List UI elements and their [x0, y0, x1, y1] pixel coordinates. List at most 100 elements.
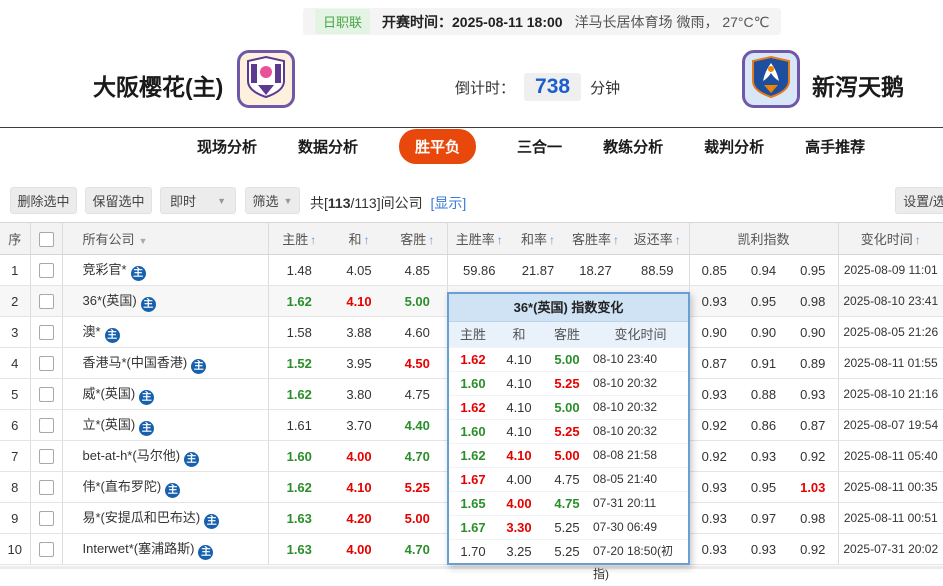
col-away-odds[interactable]: 客胜 ↑: [388, 222, 448, 255]
host-badge-icon: 主: [140, 297, 156, 312]
host-badge-icon: 主: [204, 514, 220, 529]
col-home-odds[interactable]: 主胜 ↑: [268, 222, 330, 255]
col-change-time[interactable]: 变化时间 ↑: [838, 222, 943, 255]
change-time: 2025-08-05 21:26: [838, 316, 943, 348]
row-checkbox[interactable]: [30, 440, 63, 472]
company-count: 共[113/113]间公司 [显示]: [310, 193, 466, 213]
row-checkbox[interactable]: [30, 378, 63, 410]
col-home-rate[interactable]: 主胜率 ↑: [447, 222, 511, 255]
odds-cell: 3.88: [330, 316, 388, 348]
away-crest-icon: [751, 55, 791, 104]
league-badge: 日职联: [315, 9, 371, 34]
popup-odds-cell: 5.25: [554, 424, 580, 439]
popup-odds-cell: 1.62: [460, 400, 486, 415]
tab-three-in-one[interactable]: 三合一: [517, 136, 562, 157]
popup-odds-cell: 1.67: [460, 472, 486, 487]
col-draw-odds[interactable]: 和 ↑: [330, 222, 388, 255]
odds-cell: 4.20: [330, 502, 388, 534]
odds-cell: 1.61: [268, 409, 330, 441]
change-time: 2025-08-10 21:16: [838, 378, 943, 410]
live-odds-dropdown[interactable]: 即时 ▼: [160, 187, 236, 214]
company-name[interactable]: 易*(安提瓜和巴布达) 主: [62, 502, 269, 534]
row-checkbox[interactable]: [30, 533, 63, 565]
odds-cell: 4.00: [330, 440, 388, 472]
popup-odds-cell: 1.70: [460, 544, 486, 559]
sort-up-icon: ↑: [674, 233, 681, 247]
filter-dropdown[interactable]: 筛选 ▼: [245, 187, 300, 214]
popup-time-cell: 08-08 21:58: [593, 448, 658, 462]
popup-odds-cell: 1.67: [460, 520, 486, 535]
countdown: 倒计时： 738 分钟: [455, 73, 620, 101]
kelly-cell: 0.93: [788, 378, 839, 410]
popup-time-cell: 08-10 20:32: [593, 400, 658, 414]
company-name[interactable]: 澳* 主: [62, 316, 269, 348]
company-name[interactable]: 竞彩官* 主: [62, 254, 269, 286]
sort-up-icon: ↑: [428, 233, 435, 247]
col-return-rate[interactable]: 返还率 ↑: [626, 222, 690, 255]
company-name[interactable]: Interwet*(塞浦路斯) 主: [62, 533, 269, 565]
delete-selected-button[interactable]: 删除选中: [10, 187, 77, 214]
popup-row: 1.60 4.10 5.25 08-10 20:32: [449, 371, 688, 395]
count-suffix: /113]间公司: [350, 195, 423, 211]
filter-label: 筛选: [252, 194, 279, 209]
row-checkbox[interactable]: [30, 285, 63, 317]
change-time: 2025-08-07 19:54: [838, 409, 943, 441]
row-index: 7: [0, 440, 31, 472]
kelly-cell: 0.92: [689, 409, 739, 441]
kelly-cell: 0.93: [739, 440, 788, 472]
tab-expert-picks[interactable]: 高手推荐: [805, 136, 865, 157]
odds-cell: 4.70: [388, 533, 448, 565]
popup-row: 1.70 3.25 5.25 07-20 18:50(初指): [449, 539, 688, 581]
popup-odds-cell: 4.10: [506, 424, 532, 439]
popup-odds-cell: 1.65: [460, 496, 486, 511]
away-team-logo: [742, 50, 800, 108]
settings-button[interactable]: 设置/选择: [895, 187, 943, 214]
odds-cell: 4.60: [388, 316, 448, 348]
tab-data-analysis[interactable]: 数据分析: [298, 136, 358, 157]
row-checkbox[interactable]: [30, 409, 63, 441]
tab-referee-analysis[interactable]: 裁判分析: [704, 136, 764, 157]
sort-up-icon: ↑: [310, 233, 317, 247]
company-name[interactable]: bet-at-h*(马尔他) 主: [62, 440, 269, 472]
select-all-checkbox[interactable]: [30, 222, 63, 255]
change-time: 2025-08-09 11:01: [838, 254, 943, 286]
popup-odds-cell: 4.00: [506, 472, 532, 487]
rate-cell: 59.86: [447, 254, 511, 286]
row-checkbox[interactable]: [30, 347, 63, 379]
row-checkbox[interactable]: [30, 316, 63, 348]
chevron-down-icon: ▼: [217, 195, 226, 206]
col-draw-rate[interactable]: 和率 ↑: [511, 222, 565, 255]
tab-win-draw-lose[interactable]: 胜平负: [399, 129, 477, 164]
popup-time-cell: 07-30 06:49: [593, 520, 658, 534]
company-name[interactable]: 伟*(直布罗陀) 主: [62, 471, 269, 503]
tab-coach-analysis[interactable]: 教练分析: [603, 136, 663, 157]
row-checkbox[interactable]: [30, 502, 63, 534]
popup-col-home: 主胜: [459, 327, 486, 342]
company-name[interactable]: 威*(英国) 主: [62, 378, 269, 410]
odds-cell: 4.40: [388, 409, 448, 441]
popup-odds-cell: 1.62: [460, 448, 486, 463]
company-name[interactable]: 立*(英国) 主: [62, 409, 269, 441]
countdown-unit: 分钟: [590, 79, 621, 97]
row-checkbox[interactable]: [30, 254, 63, 286]
countdown-label: 倒计时：: [455, 79, 516, 97]
col-company[interactable]: 所有公司 ▼: [62, 222, 269, 255]
popup-time-cell: 08-10 23:40: [593, 352, 658, 366]
odds-cell: 3.95: [330, 347, 388, 379]
match-info-bar: 日职联 开赛时间：2025-08-11 18:00 洋马长居体育场 微雨， 27…: [303, 8, 782, 35]
keep-selected-button[interactable]: 保留选中: [85, 187, 152, 214]
host-badge-icon: 主: [165, 483, 181, 498]
company-name[interactable]: 36*(英国) 主: [62, 285, 269, 317]
kelly-cell: 0.86: [739, 409, 788, 441]
nav-tabs: 现场分析 数据分析 胜平负 三合一 教练分析 裁判分析 高手推荐: [197, 129, 865, 164]
odds-cell: 4.50: [388, 347, 448, 379]
kelly-cell: 0.93: [689, 378, 739, 410]
popup-odds-cell: 5.25: [554, 376, 580, 391]
company-name[interactable]: 香港马*(中国香港) 主: [62, 347, 269, 379]
popup-odds-cell: 4.75: [554, 496, 580, 511]
row-checkbox[interactable]: [30, 471, 63, 503]
tab-live-analysis[interactable]: 现场分析: [197, 136, 257, 157]
show-link[interactable]: [显示]: [430, 195, 466, 211]
col-away-rate[interactable]: 客胜率 ↑: [565, 222, 626, 255]
rate-cell: 88.59: [626, 254, 690, 286]
